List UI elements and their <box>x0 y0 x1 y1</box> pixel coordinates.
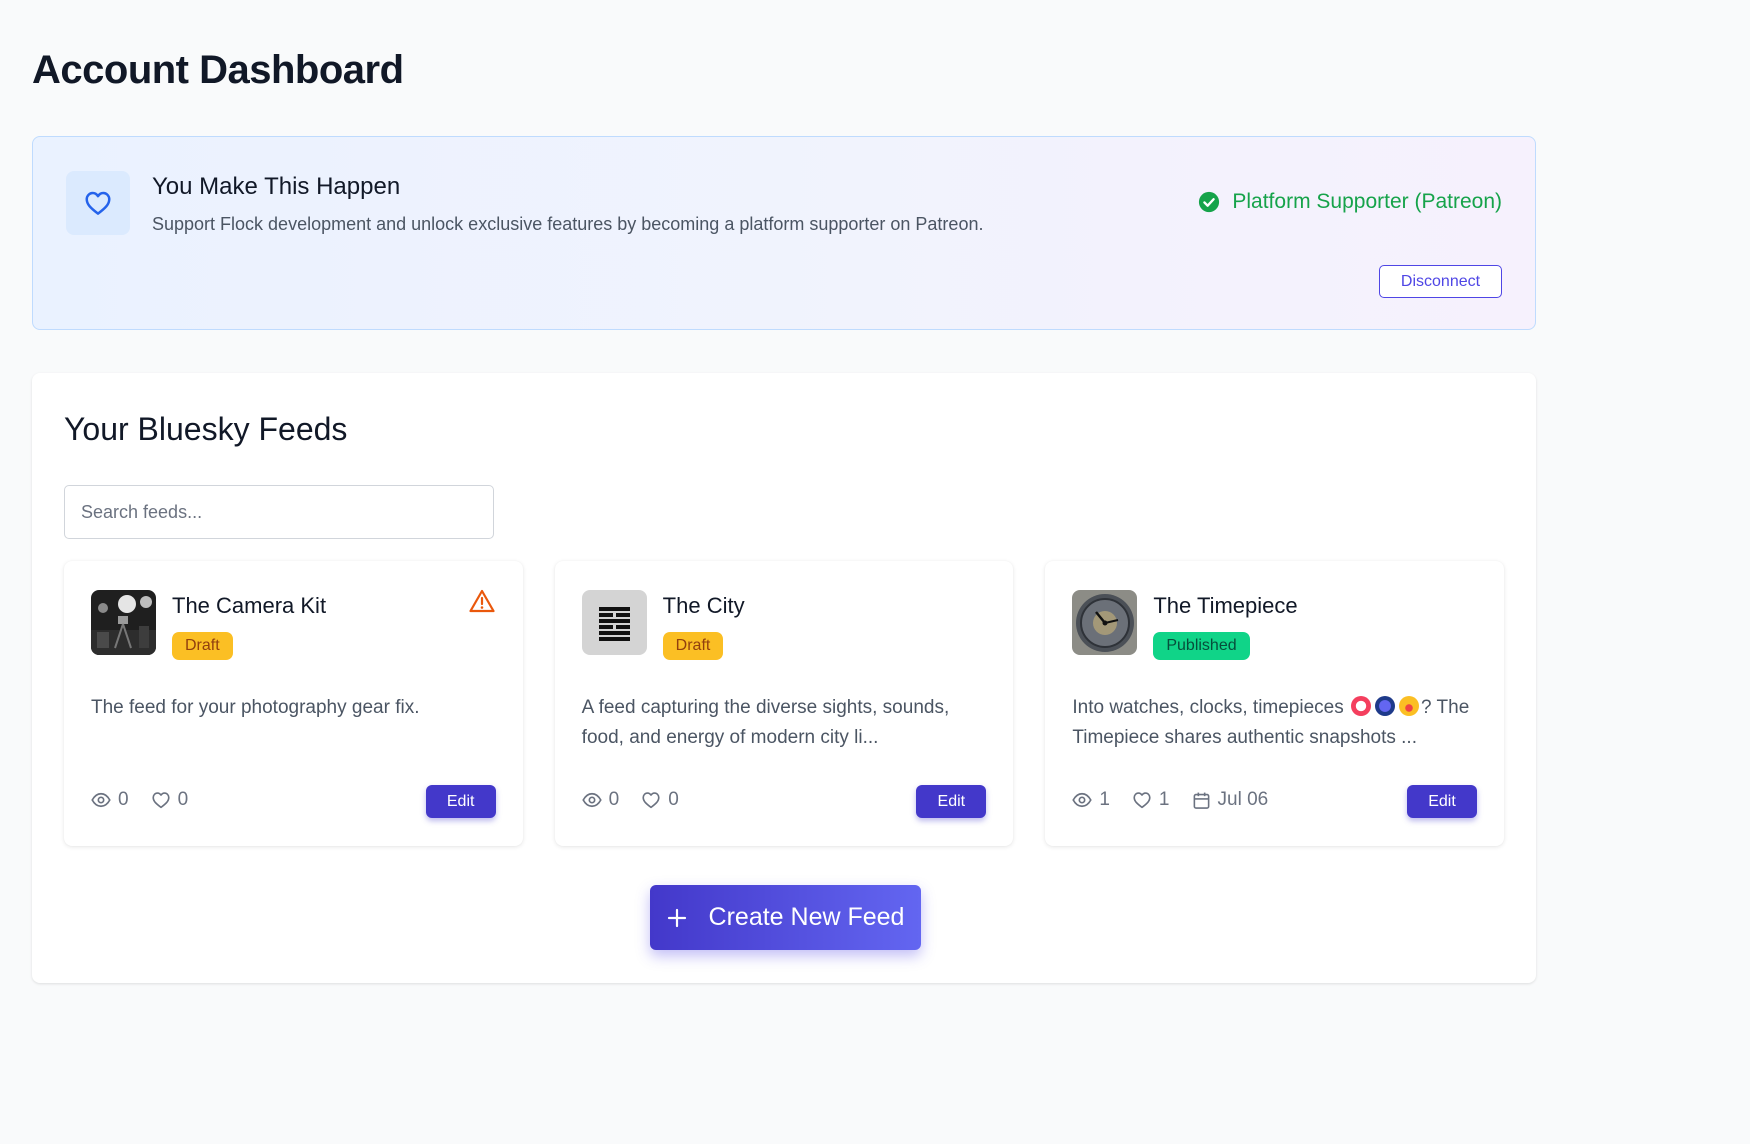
feed-avatar <box>91 590 156 655</box>
supporter-status: Platform Supporter (Patreon) <box>1198 190 1502 214</box>
create-feed-label: Create New Feed <box>708 903 905 931</box>
feed-card[interactable]: The Timepiece Published Into watches, cl… <box>1045 561 1505 846</box>
feed-description: Into watches, clocks, timepieces ? The T… <box>1072 693 1477 753</box>
feed-description: A feed capturing the diverse sights, sou… <box>581 697 950 748</box>
search-input[interactable] <box>64 485 494 539</box>
likes-stat: 0 <box>151 789 189 811</box>
heart-icon <box>85 191 111 215</box>
date-stat: Jul 06 <box>1192 789 1269 811</box>
feed-name: The Camera Kit <box>172 593 327 618</box>
edit-button[interactable]: Edit <box>916 785 987 818</box>
heart-icon <box>642 792 660 809</box>
feed-grid: The Camera Kit Draft The feed for your p… <box>64 561 1505 846</box>
heart-icon <box>1133 792 1151 809</box>
status-badge: Draft <box>662 632 724 660</box>
disconnect-button[interactable]: Disconnect <box>1379 265 1502 298</box>
eye-icon <box>91 792 111 808</box>
views-count: 0 <box>608 789 620 810</box>
support-icon-box <box>66 171 130 235</box>
plus-icon <box>667 908 686 927</box>
status-badge: Draft <box>172 632 233 660</box>
feed-avatar <box>581 590 647 655</box>
grinning-face-icon <box>1399 696 1420 716</box>
alarm-clock-icon <box>1351 696 1372 716</box>
views-stat: 1 <box>1072 789 1110 811</box>
feed-card[interactable]: The Camera Kit Draft The feed for your p… <box>64 561 523 846</box>
feed-stats: 1 1 Jul 06 <box>1072 789 1268 811</box>
feed-description-start: Into watches, clocks, timepieces <box>1072 697 1344 718</box>
edit-button[interactable]: Edit <box>425 785 496 818</box>
feed-name: The Timepiece <box>1153 593 1298 618</box>
eye-icon <box>581 792 602 808</box>
watch-icon <box>1375 696 1396 716</box>
camera-kit-image <box>91 590 156 655</box>
support-text: You Make This Happen Support Flock devel… <box>152 171 983 237</box>
views-count: 1 <box>1099 789 1110 810</box>
timepiece-image <box>1072 590 1138 655</box>
feed-date: Jul 06 <box>1217 789 1269 810</box>
heart-icon <box>151 792 170 809</box>
likes-count: 0 <box>668 789 679 810</box>
feed-description: The feed for your photography gear fix. <box>91 697 420 718</box>
supporter-status-label: Platform Supporter (Patreon) <box>1232 190 1502 213</box>
support-title: You Make This Happen <box>152 173 401 200</box>
feeds-title: Your Bluesky Feeds <box>64 411 348 447</box>
feeds-panel: Your Bluesky Feeds Search feeds... The C… <box>32 373 1536 983</box>
feed-stats: 0 0 <box>581 789 679 811</box>
feed-avatar <box>1072 590 1138 655</box>
support-description: Support Flock development and unlock exc… <box>152 214 984 234</box>
check-circle-icon <box>1199 191 1220 213</box>
views-stat: 0 <box>581 789 620 811</box>
support-banner: You Make This Happen Support Flock devel… <box>32 136 1536 330</box>
dashboard-page: Account Dashboard You Make This Happen S… <box>0 0 1568 983</box>
views-count: 0 <box>118 789 129 810</box>
likes-count: 1 <box>1158 789 1170 810</box>
feed-card[interactable]: The City Draft A feed capturing the dive… <box>554 561 1014 846</box>
feed-name: The City <box>662 593 745 618</box>
views-stat: 0 <box>91 789 129 811</box>
likes-count: 0 <box>177 789 189 810</box>
likes-stat: 1 <box>1132 789 1170 811</box>
calendar-icon <box>1193 792 1209 809</box>
feed-stats: 0 0 <box>91 789 188 811</box>
eye-icon <box>1072 792 1093 808</box>
create-feed-button[interactable]: Create New Feed <box>650 885 921 950</box>
edit-button[interactable]: Edit <box>1407 785 1478 818</box>
page-title: Account Dashboard <box>32 48 404 92</box>
likes-stat: 0 <box>641 789 679 811</box>
city-image <box>581 590 647 655</box>
warning-icon[interactable] <box>469 589 495 613</box>
status-badge: Published <box>1153 632 1250 660</box>
